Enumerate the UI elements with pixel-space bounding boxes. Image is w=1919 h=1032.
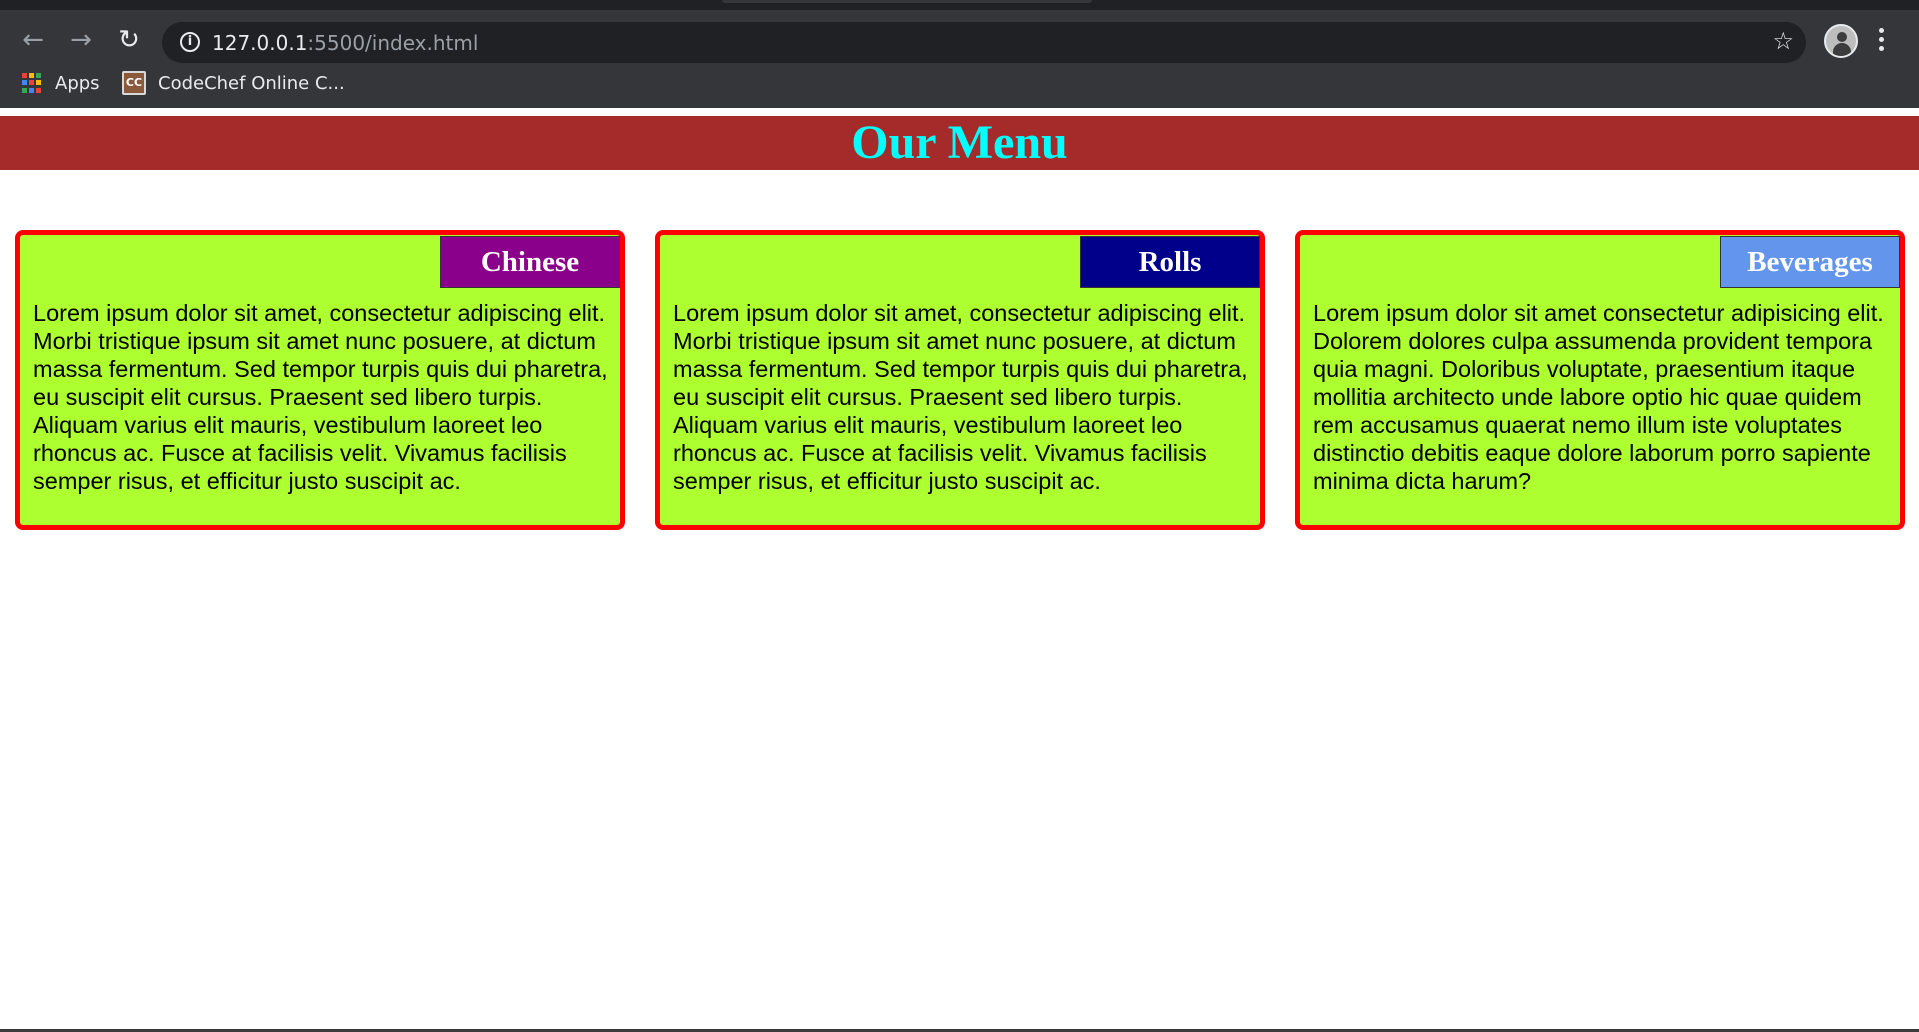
card-description: Lorem ipsum dolor sit amet, consectetur … [33,300,608,494]
menu-header: Our Menu [0,116,1919,170]
menu-card-chinese: Chinese Lorem ipsum dolor sit amet, cons… [15,230,625,530]
chrome-divider [0,104,1919,108]
site-info-icon[interactable]: i [180,32,200,52]
bookmark-star-icon[interactable]: ☆ [1772,27,1794,55]
card-tag-rolls: Rolls [1080,236,1260,288]
forward-arrow-icon[interactable]: → [63,23,99,59]
apps-grid-icon [22,73,42,93]
card-description: Lorem ipsum dolor sit amet, consectetur … [673,300,1248,494]
codechef-icon: CC [122,71,146,95]
menu-card-beverages: Beverages Lorem ipsum dolor sit amet con… [1295,230,1905,530]
reload-icon[interactable]: ↻ [111,23,147,59]
url-text[interactable]: 127.0.0.1:5500/index.html [212,31,478,55]
bookmarks-bar: Apps CC CodeChef Online C... [0,64,1919,104]
bookmark-codechef-label: CodeChef Online C... [158,72,345,94]
browser-chrome: ← → ↻ i 127.0.0.1:5500/index.html ☆ Apps… [0,0,1919,108]
bookmark-codechef[interactable]: CC CodeChef Online C... [122,68,345,98]
menu-card-rolls: Rolls Lorem ipsum dolor sit amet, consec… [655,230,1265,530]
card-tag-beverages: Beverages [1720,236,1900,288]
card-description: Lorem ipsum dolor sit amet consectetur a… [1313,300,1884,494]
back-arrow-icon[interactable]: ← [15,23,51,59]
browser-menu-icon[interactable] [1876,28,1886,56]
tab-strip [0,0,1919,10]
bookmark-apps[interactable]: Apps [22,68,100,98]
profile-avatar[interactable] [1824,24,1858,58]
url-host: 127.0.0.1 [212,31,308,55]
address-bar[interactable]: i 127.0.0.1:5500/index.html ☆ [162,22,1806,63]
url-path: :5500/index.html [307,31,479,55]
card-tag-chinese: Chinese [440,236,620,288]
active-tab[interactable] [722,0,1092,3]
bookmark-apps-label: Apps [55,72,100,94]
page-title: Our Menu [851,116,1068,169]
browser-toolbar: ← → ↻ i 127.0.0.1:5500/index.html ☆ [0,10,1919,64]
